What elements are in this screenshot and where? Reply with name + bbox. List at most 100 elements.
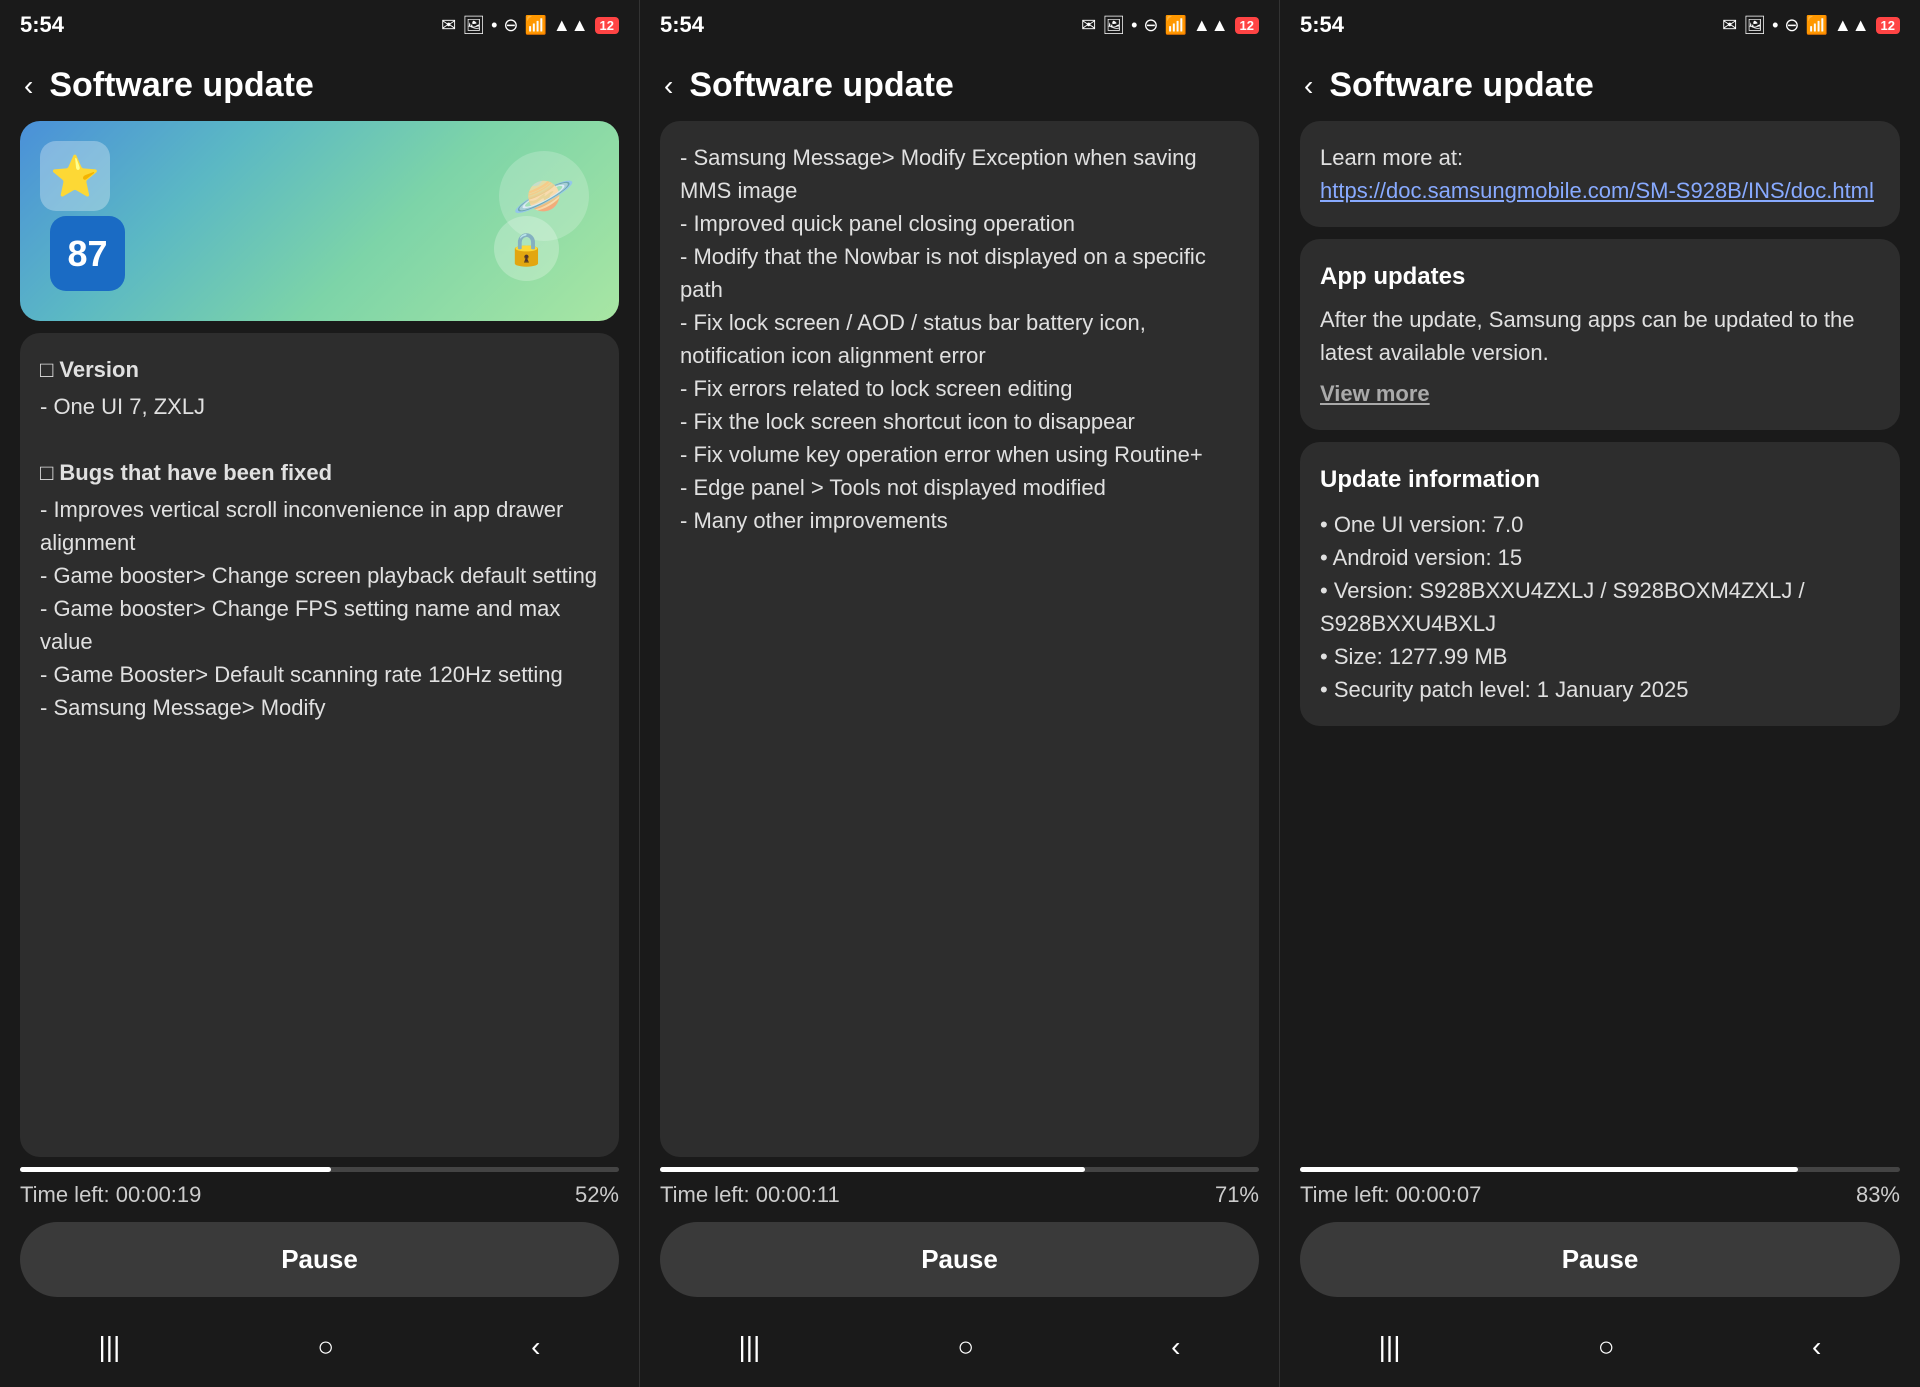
page-title-3: Software update [1329, 66, 1593, 105]
bugs-list-card: - Samsung Message> Modify Exception when… [660, 121, 1259, 1157]
message-icon-2: ✉ [1081, 15, 1096, 36]
dot-icon-2: • [1131, 15, 1137, 36]
phone-panel-3: 5:54 ✉ 🖼 • ⊖ 📶 ▲▲ 12 ‹ Software update L… [1280, 0, 1920, 1387]
photo-icon-3: 🖼 [1743, 15, 1766, 36]
percent-3: 83% [1856, 1182, 1900, 1208]
status-icons-3: ✉ 🖼 • ⊖ 📶 ▲▲ 12 [1722, 15, 1900, 36]
app-banner-image: ⭐ 🪐 87 🔒 [20, 121, 619, 321]
signal-icon-2: ▲▲ [1193, 15, 1229, 36]
time-left-3: Time left: 00:00:07 [1300, 1182, 1481, 1208]
progress-info-2: Time left: 00:00:11 71% [660, 1182, 1259, 1208]
wifi-icon-3: 📶 [1805, 15, 1827, 36]
percent-1: 52% [575, 1182, 619, 1208]
status-time-2: 5:54 [660, 12, 704, 38]
app-updates-card: App updates After the update, Samsung ap… [1300, 239, 1900, 430]
pause-button-3[interactable]: Pause [1300, 1222, 1900, 1297]
back-nav-button-2[interactable]: ‹ [1171, 1331, 1180, 1363]
bugs-list-text: - Samsung Message> Modify Exception when… [680, 141, 1239, 537]
progress-bar-fill-3 [1300, 1167, 1798, 1172]
header-2: ‹ Software update [640, 50, 1279, 121]
progress-bar-bg-3 [1300, 1167, 1900, 1172]
star-icon: ⭐ [40, 141, 110, 211]
nav-bar-1: ||| ○ ‹ [0, 1307, 639, 1387]
page-title-1: Software update [49, 66, 313, 105]
progress-section-2: Time left: 00:00:11 71% Pause [640, 1157, 1279, 1307]
battery-badge-2: 12 [1235, 17, 1259, 34]
header-1: ‹ Software update [0, 50, 639, 121]
time-left-2: Time left: 00:00:11 [660, 1182, 840, 1208]
home-button-3[interactable]: ○ [1598, 1331, 1615, 1363]
status-icons-1: ✉ 🖼 • ⊖ 📶 ▲▲ 12 [441, 15, 619, 36]
home-button-2[interactable]: ○ [957, 1331, 974, 1363]
update-info-item-3: • Size: 1277.99 MB [1320, 640, 1880, 673]
version-info-card: □ Version - One UI 7, ZXLJ □ Bugs that h… [20, 333, 619, 1157]
scroll-content-2: - Samsung Message> Modify Exception when… [640, 121, 1279, 1157]
header-3: ‹ Software update [1280, 50, 1920, 121]
version-title: □ Version [40, 353, 599, 386]
recent-apps-button-3[interactable]: ||| [1379, 1331, 1401, 1363]
status-bar-1: 5:54 ✉ 🖼 • ⊖ 📶 ▲▲ 12 [0, 0, 639, 50]
signal-icon-1: ▲▲ [553, 15, 589, 36]
version-text: - One UI 7, ZXLJ [40, 390, 599, 423]
progress-section-3: Time left: 00:00:07 83% Pause [1280, 1157, 1920, 1307]
view-more-link[interactable]: View more [1320, 377, 1430, 410]
update-info-item-1: • Android version: 15 [1320, 541, 1880, 574]
message-icon-3: ✉ [1722, 15, 1737, 36]
back-button-2[interactable]: ‹ [664, 70, 673, 102]
learn-more-card: Learn more at: https://doc.samsungmobile… [1300, 121, 1900, 227]
update-info-item-4: • Security patch level: 1 January 2025 [1320, 673, 1880, 706]
battery-badge-3: 12 [1876, 17, 1900, 34]
lock-icon: 🔒 [494, 216, 559, 281]
nav-bar-3: ||| ○ ‹ [1280, 1307, 1920, 1387]
progress-bar-bg-1 [20, 1167, 619, 1172]
nav-bar-2: ||| ○ ‹ [640, 1307, 1279, 1387]
calendar-icon: 87 [50, 216, 125, 291]
photo-icon-1: 🖼 [462, 15, 485, 36]
back-nav-button-1[interactable]: ‹ [531, 1331, 540, 1363]
phone-panel-1: 5:54 ✉ 🖼 • ⊖ 📶 ▲▲ 12 ‹ Software update ⭐… [0, 0, 640, 1387]
dot-icon-1: • [491, 15, 497, 36]
home-button-1[interactable]: ○ [317, 1331, 334, 1363]
pause-button-1[interactable]: Pause [20, 1222, 619, 1297]
back-button-1[interactable]: ‹ [24, 70, 33, 102]
time-left-1: Time left: 00:00:19 [20, 1182, 201, 1208]
percent-2: 71% [1215, 1182, 1259, 1208]
battery-badge-1: 12 [595, 17, 619, 34]
status-icons-2: ✉ 🖼 • ⊖ 📶 ▲▲ 12 [1081, 15, 1259, 36]
signal-do-not-disturb-3: ⊖ [1784, 15, 1799, 36]
update-info-card: Update information • One UI version: 7.0… [1300, 442, 1900, 726]
message-icon-1: ✉ [441, 15, 456, 36]
update-info-item-2: • Version: S928BXXU4ZXLJ / S928BOXM4ZXLJ… [1320, 574, 1880, 640]
app-updates-title: App updates [1320, 259, 1880, 295]
page-title-2: Software update [689, 66, 953, 105]
update-info-item-0: • One UI version: 7.0 [1320, 508, 1880, 541]
status-time-1: 5:54 [20, 12, 64, 38]
pause-button-2[interactable]: Pause [660, 1222, 1259, 1297]
signal-do-not-disturb-1: ⊖ [503, 15, 518, 36]
scroll-content-3: Learn more at: https://doc.samsungmobile… [1280, 121, 1920, 1157]
status-time-3: 5:54 [1300, 12, 1344, 38]
update-info-title: Update information [1320, 462, 1880, 498]
scroll-content-1: ⭐ 🪐 87 🔒 □ Version - One UI 7, ZXLJ □ Bu… [0, 121, 639, 1157]
progress-bar-fill-2 [660, 1167, 1085, 1172]
photo-icon-2: 🖼 [1102, 15, 1125, 36]
back-nav-button-3[interactable]: ‹ [1812, 1331, 1821, 1363]
signal-do-not-disturb-2: ⊖ [1143, 15, 1158, 36]
learn-more-label: Learn more at: [1320, 141, 1880, 174]
back-button-3[interactable]: ‹ [1304, 70, 1313, 102]
recent-apps-button-1[interactable]: ||| [98, 1331, 120, 1363]
progress-section-1: Time left: 00:00:19 52% Pause [0, 1157, 639, 1307]
app-updates-text: After the update, Samsung apps can be up… [1320, 303, 1880, 369]
wifi-icon-2: 📶 [1164, 15, 1186, 36]
progress-info-3: Time left: 00:00:07 83% [1300, 1182, 1900, 1208]
learn-more-link[interactable]: https://doc.samsungmobile.com/SM-S928B/I… [1320, 174, 1880, 207]
progress-bar-fill-1 [20, 1167, 331, 1172]
progress-info-1: Time left: 00:00:19 52% [20, 1182, 619, 1208]
status-bar-3: 5:54 ✉ 🖼 • ⊖ 📶 ▲▲ 12 [1280, 0, 1920, 50]
bugs-text: - Improves vertical scroll inconvenience… [40, 493, 599, 724]
phone-panel-2: 5:54 ✉ 🖼 • ⊖ 📶 ▲▲ 12 ‹ Software update -… [640, 0, 1280, 1387]
recent-apps-button-2[interactable]: ||| [738, 1331, 760, 1363]
dot-icon-3: • [1772, 15, 1778, 36]
wifi-icon-1: 📶 [524, 15, 546, 36]
progress-bar-bg-2 [660, 1167, 1259, 1172]
